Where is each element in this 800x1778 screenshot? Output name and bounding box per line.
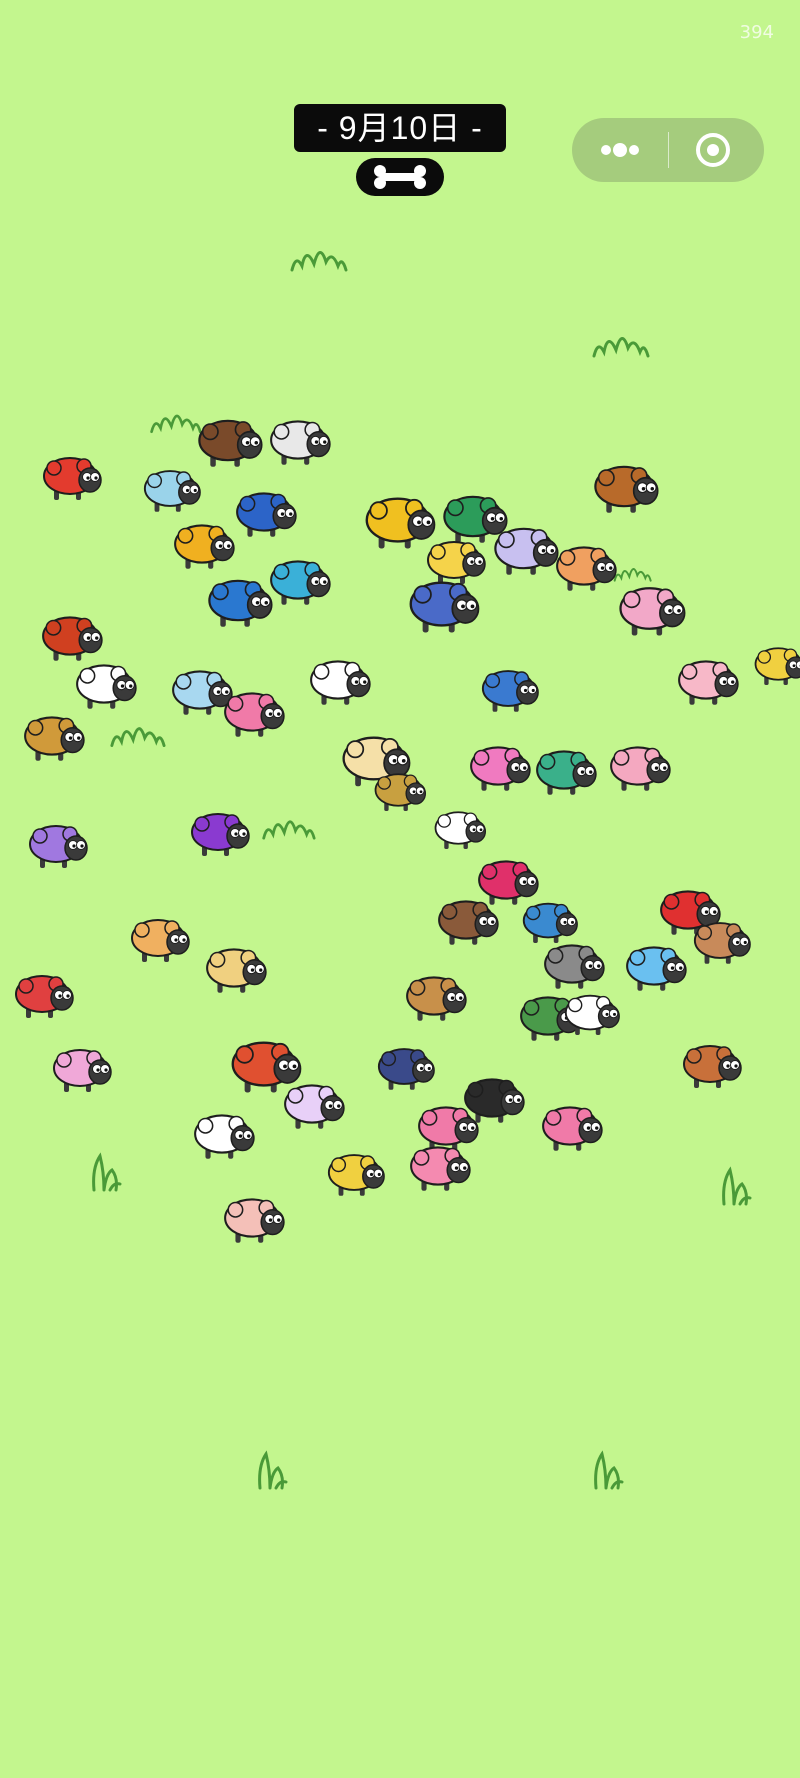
sheep-plaid-scarf[interactable] (406, 573, 482, 635)
sheep-waffle-cake[interactable] (195, 412, 265, 469)
sheep-heart-pink[interactable] (407, 1139, 473, 1193)
sheep-koala[interactable] (541, 937, 607, 991)
sheep-bandana-hat[interactable] (375, 1041, 437, 1092)
sheep-bubble-tea[interactable] (691, 915, 753, 966)
sheep-lion-mane[interactable] (21, 709, 87, 763)
sheep-bunny-ears[interactable] (432, 805, 488, 851)
sheep-ferris-wheel[interactable] (12, 968, 76, 1020)
sheep-sheep-char[interactable] (562, 988, 622, 1037)
sheep-black-white-cat[interactable] (461, 1071, 527, 1125)
sheep-field (0, 0, 800, 1778)
sheep-deer-antlers[interactable] (435, 893, 501, 947)
sheep-white-fluffy[interactable] (73, 657, 139, 711)
sheep-octopus[interactable] (267, 553, 333, 607)
sheep-snowman[interactable] (191, 1107, 257, 1161)
sheep-honey-jar[interactable] (171, 517, 237, 571)
sheep-unicorn-horn[interactable] (281, 1077, 347, 1131)
sheep-lavender-cloud[interactable] (491, 520, 561, 577)
sheep-milk-can[interactable] (267, 413, 333, 467)
sheep-camera[interactable] (233, 485, 299, 539)
sheep-hamster[interactable] (553, 539, 619, 593)
sheep-pretzel-shield[interactable] (372, 767, 428, 813)
sheep-chick-hat[interactable] (325, 1147, 387, 1198)
sheep-alarm-clock[interactable] (40, 450, 104, 502)
sheep-ramen-bowl[interactable] (203, 941, 269, 995)
sheep-grape-bunch[interactable] (188, 806, 252, 858)
sheep-unicorn-rainbow[interactable] (50, 1042, 114, 1094)
sheep-pink-fluffy[interactable] (221, 685, 287, 739)
sheep-warrior-helmet[interactable] (39, 609, 105, 663)
sheep-pink-donkey[interactable] (675, 653, 741, 707)
sheep-seashell[interactable] (221, 1191, 287, 1245)
sheep-bee[interactable] (752, 641, 800, 687)
sheep-picnic-basket[interactable] (403, 969, 469, 1023)
sheep-pink-dotted[interactable] (607, 739, 673, 793)
sheep-pig-suitcase[interactable] (141, 463, 203, 514)
sheep-blue-whale[interactable] (205, 572, 275, 629)
sheep-burger[interactable] (680, 1038, 744, 1090)
sheep-treasure-chest[interactable] (591, 458, 661, 515)
sheep-pink-elephant[interactable] (616, 579, 688, 638)
sheep-candy-jar[interactable] (467, 739, 533, 793)
sheep-blue-fluffy[interactable] (623, 939, 689, 993)
sheep-wall-clock[interactable] (479, 663, 541, 714)
sheep-toast-bread[interactable] (128, 912, 192, 964)
sheep-flamingo-duck[interactable] (539, 1099, 605, 1153)
sheep-green-machine[interactable] (533, 743, 599, 797)
sheep-rainbow-headphones[interactable] (26, 818, 90, 870)
sheep-cow-spots[interactable] (307, 653, 373, 707)
